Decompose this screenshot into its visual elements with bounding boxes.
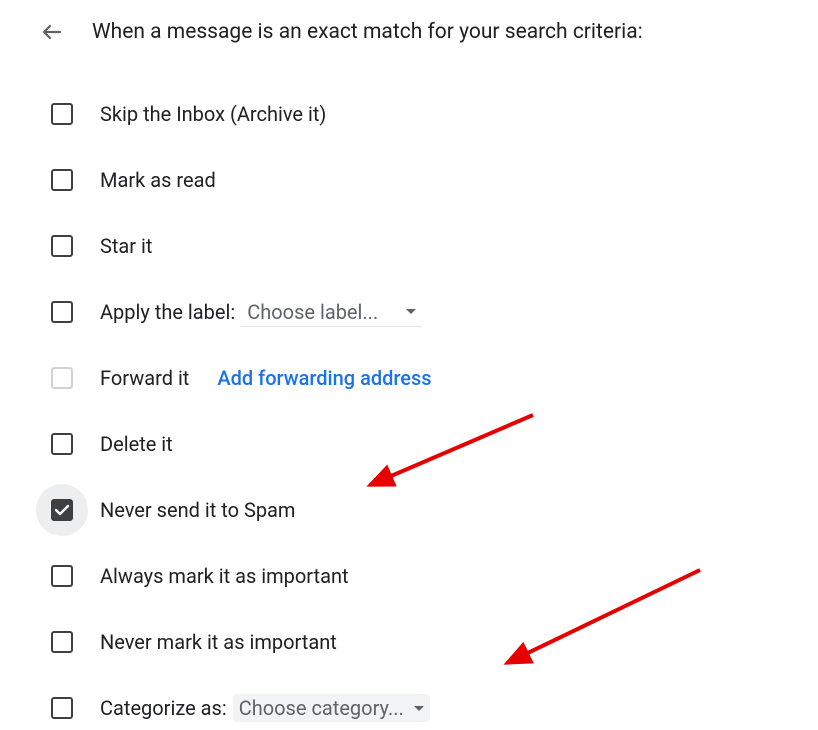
label-never-important: Never mark it as important xyxy=(100,630,337,654)
chevron-down-icon xyxy=(406,309,416,314)
checkbox-star-it[interactable] xyxy=(40,224,84,268)
checkbox-skip-inbox[interactable] xyxy=(40,92,84,136)
label-star-it: Star it xyxy=(100,234,152,258)
label-apply-label: Apply the label: xyxy=(100,300,235,324)
label-forward-it: Forward it xyxy=(100,366,189,390)
option-delete-it: Delete it xyxy=(40,422,818,466)
checkbox-categorize-as[interactable] xyxy=(40,686,84,730)
label-delete-it: Delete it xyxy=(100,432,173,456)
checkbox-never-important[interactable] xyxy=(40,620,84,664)
option-never-important: Never mark it as important xyxy=(40,620,818,664)
link-add-forwarding-address[interactable]: Add forwarding address xyxy=(217,366,431,390)
checkbox-apply-label[interactable] xyxy=(40,290,84,334)
option-apply-label: Apply the label: Choose label... xyxy=(40,290,818,334)
dropdown-choose-category[interactable]: Choose category... xyxy=(233,694,430,722)
checkbox-never-spam[interactable] xyxy=(40,488,84,532)
checkmark-icon xyxy=(54,502,70,518)
label-skip-inbox: Skip the Inbox (Archive it) xyxy=(100,102,326,126)
option-mark-read: Mark as read xyxy=(40,158,818,202)
label-always-important: Always mark it as important xyxy=(100,564,349,588)
label-mark-read: Mark as read xyxy=(100,168,216,192)
dropdown-choose-category-text: Choose category... xyxy=(239,696,404,720)
checkbox-forward-it[interactable] xyxy=(40,356,84,400)
header-row: When a message is an exact match for you… xyxy=(40,20,818,44)
option-forward-it: Forward it Add forwarding address xyxy=(40,356,818,400)
option-categorize-as: Categorize as: Choose category... xyxy=(40,686,818,730)
option-star-it: Star it xyxy=(40,224,818,268)
page-title: When a message is an exact match for you… xyxy=(92,20,643,44)
dropdown-choose-label[interactable]: Choose label... xyxy=(241,298,422,327)
option-always-important: Always mark it as important xyxy=(40,554,818,598)
chevron-down-icon xyxy=(414,706,424,711)
checkbox-always-important[interactable] xyxy=(40,554,84,598)
option-never-spam: Never send it to Spam xyxy=(40,488,818,532)
checkbox-delete-it[interactable] xyxy=(40,422,84,466)
label-never-spam: Never send it to Spam xyxy=(100,498,295,522)
label-categorize-as: Categorize as: xyxy=(100,696,227,720)
option-skip-inbox: Skip the Inbox (Archive it) xyxy=(40,92,818,136)
dropdown-choose-label-text: Choose label... xyxy=(247,300,378,324)
back-arrow-icon[interactable] xyxy=(40,20,64,44)
checkbox-mark-read[interactable] xyxy=(40,158,84,202)
